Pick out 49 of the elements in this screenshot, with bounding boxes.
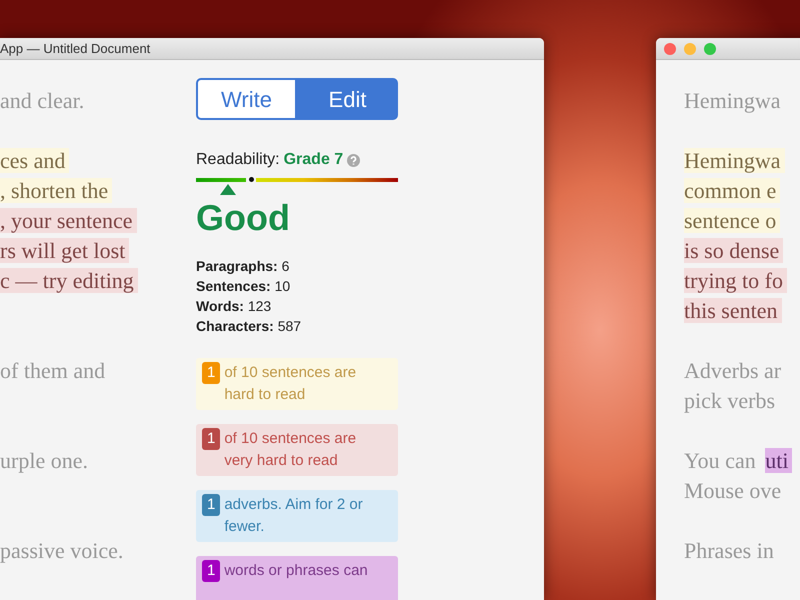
zoom-button[interactable] [704, 42, 716, 54]
highlighted-text: common e [684, 178, 780, 203]
highlighted-text: c — try editing [0, 268, 138, 293]
readability-label: Readability: [196, 150, 280, 170]
minimize-button[interactable] [684, 42, 696, 54]
document-text: Hemingwa [684, 88, 782, 113]
stat-line: Characters: 587 [196, 317, 302, 336]
highlighted-text: sentence o [684, 208, 780, 233]
close-button[interactable] [664, 42, 676, 54]
document-text: urple one. [0, 448, 89, 473]
document-text: You can [684, 448, 757, 473]
document-text: Phrases in [684, 538, 775, 563]
hint-link[interactable]: hard to read [224, 386, 306, 403]
highlighted-text: trying to fo [684, 268, 787, 293]
highlighted-text: , shorten the [0, 178, 112, 203]
mode-tab[interactable]: Write [196, 78, 297, 120]
window-title: App — Untitled Document [0, 41, 150, 56]
stat-line: Sentences: 10 [196, 277, 292, 296]
document-text: Adverbs ar [684, 358, 782, 383]
highlighted-text: ces and [0, 148, 70, 173]
highlighted-text: , your sentence [0, 208, 137, 233]
highlighted-text: rs will get lost [0, 238, 130, 263]
document-text: and clear. [0, 88, 86, 113]
hint-text: of 10 sentences are very hard to read [224, 429, 358, 471]
count-badge: 1 [202, 428, 220, 450]
highlighted-text: Hemingwa [684, 148, 785, 173]
hint-text: adverbs. Aim for 2 or fewer. [224, 495, 364, 537]
verdict-text: Good [196, 200, 291, 236]
document-text: pick verbs [684, 388, 776, 413]
count-badge: 1 [202, 494, 220, 516]
document-text: passive voice. [0, 538, 124, 563]
hint-text: of 10 sentences are hard to read [224, 363, 358, 405]
highlighted-text: uti [765, 448, 792, 473]
document-text: of them and [0, 358, 106, 383]
highlighted-text: this senten [684, 298, 782, 323]
count-badge: 1 [202, 560, 220, 582]
stat-line: Words: 123 [196, 297, 272, 316]
meter-dot [249, 177, 254, 182]
hint-text: words or phrases can [224, 561, 368, 581]
hint-link[interactable]: very hard to read [224, 452, 338, 469]
mode-tab[interactable]: Edit [297, 78, 398, 120]
highlighted-text: is so dense [684, 238, 784, 263]
hint-link[interactable]: adverbs [224, 496, 278, 513]
grade-text: Grade 7 [284, 150, 344, 170]
help-icon[interactable] [347, 154, 360, 166]
count-badge: 1 [202, 362, 220, 384]
document-text: Mouse ove [684, 478, 782, 503]
hint-link[interactable]: can [344, 562, 368, 579]
stat-line: Paragraphs: 6 [196, 257, 290, 276]
